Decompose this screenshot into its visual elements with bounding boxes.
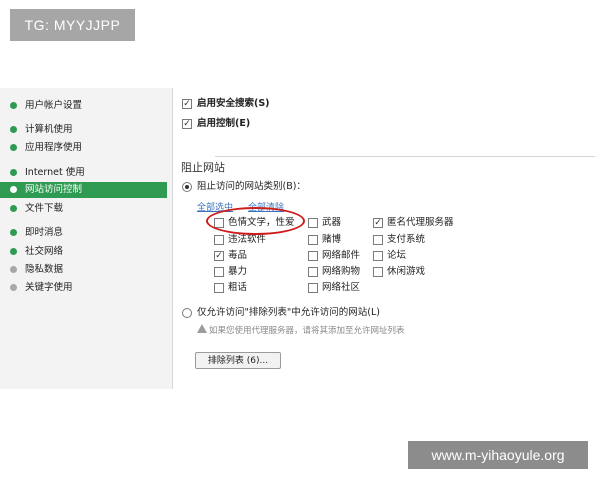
warning-icon: [197, 324, 207, 333]
sidebar: 用户帐户设置 计算机使用 应用程序使用 Internet 使用 网站访问控制 文…: [0, 88, 173, 389]
bullet-icon: [10, 102, 17, 109]
category-checkbox[interactable]: [373, 267, 383, 277]
allow-list-label: 仅允许访问"排除列表"中允许访问的网站(L): [197, 307, 380, 318]
sidebar-item-label: 即时消息: [25, 227, 64, 238]
category-label: 网络社区: [322, 282, 361, 293]
sidebar-item-label: 社交网络: [25, 246, 64, 257]
sidebar-item-label: 网站访问控制: [25, 184, 83, 195]
main-panel: 启用安全搜索(S) 启用控制(E) 阻止网站 阻止访问的网站类别(B)： 全部选…: [173, 88, 600, 389]
allow-list-radio[interactable]: [182, 308, 192, 318]
category-label: 网络邮件: [322, 250, 361, 261]
bullet-icon: [10, 266, 17, 273]
category-checkbox[interactable]: [373, 251, 383, 261]
sidebar-item-privacy-data[interactable]: 隐私数据: [0, 262, 167, 278]
bullet-icon: [10, 126, 17, 133]
bullet-icon: [10, 169, 17, 176]
category-checkbox[interactable]: [308, 267, 318, 277]
category-checkbox[interactable]: [214, 267, 224, 277]
bullet-icon: [10, 144, 17, 151]
category-checkbox[interactable]: [308, 283, 318, 293]
sidebar-item-user-account[interactable]: 用户帐户设置: [0, 98, 167, 114]
category-label: 网络购物: [322, 266, 361, 277]
bullet-icon: [10, 284, 17, 291]
bullet-icon: [10, 248, 17, 255]
category-checkbox[interactable]: [373, 235, 383, 245]
block-category-radio[interactable]: [182, 182, 192, 192]
red-highlight-circle: [206, 207, 305, 235]
sidebar-item-internet-use[interactable]: Internet 使用: [0, 165, 167, 181]
category-label: 论坛: [387, 250, 407, 261]
sidebar-item-computer-use[interactable]: 计算机使用: [0, 122, 167, 138]
section-divider: [215, 156, 595, 157]
sidebar-item-instant-messaging[interactable]: 即时消息: [0, 225, 167, 241]
block-category-label: 阻止访问的网站类别(B)：: [197, 181, 306, 192]
category-label: 毒品: [228, 250, 248, 261]
category-checkbox[interactable]: [308, 251, 318, 261]
sidebar-item-social-network[interactable]: 社交网络: [0, 244, 167, 260]
safe-search-label: 启用安全搜索(S): [197, 98, 270, 109]
category-label: 武器: [322, 217, 342, 228]
sidebar-item-label: 隐私数据: [25, 264, 64, 275]
exclusion-list-button[interactable]: 排除列表 (6)...: [195, 352, 281, 369]
bullet-icon: [10, 205, 17, 212]
category-checkbox[interactable]: [308, 235, 318, 245]
section-title: 阻止网站: [181, 161, 225, 174]
watermark-top: TG: MYYJJPP: [10, 9, 135, 41]
category-checkbox[interactable]: [308, 218, 318, 228]
sidebar-item-app-use[interactable]: 应用程序使用: [0, 140, 167, 156]
sidebar-item-label: 关键字使用: [25, 282, 73, 293]
sidebar-item-label: 文件下载: [25, 203, 64, 214]
category-checkbox[interactable]: [214, 235, 224, 245]
category-label: 匿名代理服务器: [387, 217, 454, 228]
category-label: 暴力: [228, 266, 248, 277]
sidebar-item-label: 应用程序使用: [25, 142, 83, 153]
sidebar-item-label: 用户帐户设置: [25, 100, 83, 111]
category-label: 赌博: [322, 234, 342, 245]
category-checkbox[interactable]: [214, 251, 224, 261]
category-label: 违法软件: [228, 234, 267, 245]
sidebar-item-website-control[interactable]: 网站访问控制: [0, 182, 167, 198]
category-label: 支付系统: [387, 234, 426, 245]
category-label: 休闲游戏: [387, 266, 426, 277]
sidebar-item-label: 计算机使用: [25, 124, 73, 135]
category-checkbox[interactable]: [373, 218, 383, 228]
enable-control-label: 启用控制(E): [197, 118, 251, 129]
bullet-icon: [10, 229, 17, 236]
enable-control-checkbox[interactable]: [182, 119, 192, 129]
sidebar-item-label: Internet 使用: [25, 167, 85, 178]
bullet-icon: [10, 186, 17, 193]
sidebar-item-file-download[interactable]: 文件下载: [0, 201, 167, 217]
category-checkbox[interactable]: [214, 283, 224, 293]
safe-search-checkbox[interactable]: [182, 99, 192, 109]
category-label: 粗话: [228, 282, 248, 293]
watermark-bottom: www.m-yihaoyule.org: [408, 441, 588, 469]
proxy-note: 如果您使用代理服务器，请将其添加至允许网址列表: [209, 326, 405, 336]
sidebar-item-keyword-use[interactable]: 关键字使用: [0, 280, 167, 296]
